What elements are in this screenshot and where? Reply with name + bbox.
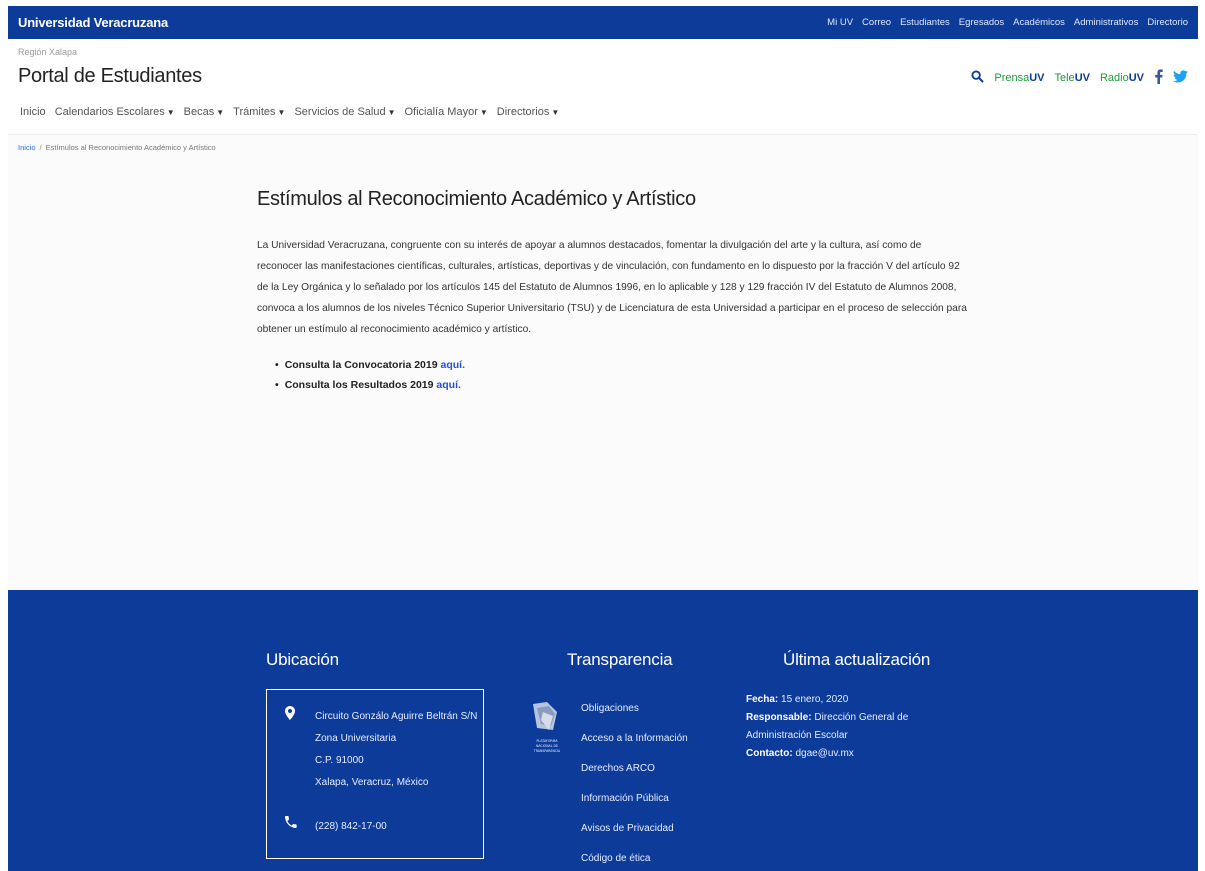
page-title: Estímulos al Reconocimiento Académico y … [257,188,696,210]
intro-paragraph: La Universidad Veracruzana, congruente c… [257,240,967,335]
caret-down-icon: ▼ [216,108,225,117]
top-bar: Universidad Veracruzana Mi UV Correo Est… [8,6,1198,39]
toplink-administrativos[interactable]: Administrativos [1074,17,1138,28]
social-links: PrensaUV TeleUV RadioUV [971,69,1188,87]
address-text: Circuito Gonzálo Aguirre Beltrán S/N Zon… [315,706,477,794]
prensa-uv-link[interactable]: PrensaUV [994,72,1044,84]
update-title: Última actualización [783,650,931,669]
portal-title[interactable]: Portal de Estudiantes [18,65,202,88]
caret-down-icon: ▼ [551,108,560,117]
nav-label: Servicios de Salud [294,106,386,118]
address-row: Circuito Gonzálo Aguirre Beltrán S/N Zon… [285,706,477,794]
breadcrumb-home[interactable]: Inicio [18,143,36,152]
responsable-label: Responsable: [746,712,812,723]
region-label: Región Xalapa [18,47,78,57]
nav-label: Calendarios Escolares [54,106,165,118]
radio-uv-link[interactable]: RadioUV [1100,72,1144,84]
nav-item-tramites[interactable]: Trámites ▼ [233,106,285,118]
nav-item-inicio[interactable]: Inicio [20,106,46,118]
nav-label: Trámites [233,106,276,118]
address-line: Circuito Gonzálo Aguirre Beltrán S/N [315,711,478,722]
nav-item-directorios[interactable]: Directorios ▼ [497,106,560,118]
twitter-icon[interactable] [1173,70,1188,86]
update-responsible: Responsable: Dirección General de Admini… [746,709,946,745]
brand-link[interactable]: Universidad Veracruzana [18,15,168,30]
nav-label: Becas [183,106,215,118]
list-item-text: Consulta la Convocatoria 2019 [284,359,441,371]
fecha-value: 15 enero, 2020 [778,694,849,705]
toplink-correo[interactable]: Correo [862,17,891,28]
caret-down-icon: ▼ [277,108,286,117]
link-codigo-etica[interactable]: Código de ética [581,844,688,871]
search-icon[interactable] [971,70,985,86]
breadcrumb: Inicio / Estímulos al Reconocimiento Acadé… [18,143,216,152]
address-line: C.P. 91000 [315,755,364,766]
phone-number[interactable]: (228) 842-17-00 [315,816,387,838]
list-item: Consulta la Convocatoria 2019 aquí. [275,355,969,375]
update-contact: Contacto: dgae@uv.mx [746,745,946,763]
nav-label: Inicio [20,106,46,118]
breadcrumb-separator: / [39,143,42,152]
nav-item-servicios-salud[interactable]: Servicios de Salud ▼ [294,106,395,118]
convocatoria-link[interactable]: aquí. [441,359,466,371]
toplink-egresados[interactable]: Egresados [959,17,1004,28]
location-box: Circuito Gonzálo Aguirre Beltrán S/N Zon… [266,689,484,859]
tele-uv-link[interactable]: TeleUV [1055,72,1090,84]
caret-down-icon: ▼ [166,108,175,117]
nav-label: Oficialía Mayor [404,106,478,118]
nav-item-becas[interactable]: Becas ▼ [184,106,225,118]
fecha-label: Fecha: [746,694,779,705]
resource-list: Consulta la Convocatoria 2019 aquí. Cons… [275,355,969,395]
main-content: Estímulos al Reconocimiento Académico y … [257,188,969,395]
list-item: Consulta los Resultados 2019 aquí. [275,375,969,395]
phone-icon [285,816,303,838]
map-marker-icon [285,706,303,794]
tele-label: Tele [1054,72,1075,84]
caret-down-icon: ▼ [479,108,488,117]
prensa-uv-label: UV [1029,72,1045,84]
logo-text-line: TRANSPARENCIA [533,749,561,753]
nav-item-calendarios[interactable]: Calendarios Escolares ▼ [55,106,175,118]
toplink-mi-uv[interactable]: Mi UV [827,17,853,28]
logo-text-line: NACIONAL DE [536,744,558,748]
radio-uv-label: UV [1128,72,1144,84]
transparency-links: Obligaciones Acceso a la Información Der… [581,694,688,871]
link-informacion-publica[interactable]: Información Pública [581,784,688,814]
link-acceso-informacion[interactable]: Acceso a la Información [581,724,688,754]
top-links: Mi UV Correo Estudiantes Egresados Acadé… [827,17,1188,28]
prensa-label: Prensa [994,72,1030,84]
list-item-text: Consulta los Resultados 2019 [284,379,437,391]
nav-item-oficialia-mayor[interactable]: Oficialía Mayor ▼ [405,106,488,118]
nav-label: Directorios [496,106,550,118]
contacto-label: Contacto: [746,748,793,759]
toplink-directorio[interactable]: Directorio [1147,17,1188,28]
site-footer: Ubicación Transparencia Última actualiza… [8,590,1198,871]
phone-row: (228) 842-17-00 [285,816,387,838]
site-header: Región Xalapa Portal de Estudiantes Pren… [8,39,1198,135]
link-obligaciones[interactable]: Obligaciones [581,694,688,724]
caret-down-icon: ▼ [387,108,396,117]
toplink-estudiantes[interactable]: Estudiantes [900,17,950,28]
logo-text-line: PLATAFORMA [536,739,558,743]
radio-label: Radio [1099,72,1129,84]
address-line: Xalapa, Veracruz, México [315,777,429,788]
update-info: Fecha: 15 enero, 2020 Responsable: Direc… [746,691,946,763]
update-date: Fecha: 15 enero, 2020 [746,691,946,709]
main-nav: Inicio Calendarios Escolares ▼ Becas ▼ Trá… [20,106,559,118]
link-derechos-arco[interactable]: Derechos ARCO [581,754,688,784]
breadcrumb-current: Estímulos al Reconocimiento Académico y … [45,143,216,152]
location-title: Ubicación [266,650,339,669]
address-line: Zona Universitaria [315,733,397,744]
transparency-title: Transparencia [567,650,673,669]
facebook-icon[interactable] [1154,69,1163,87]
transparency-logo[interactable]: PLATAFORMA NACIONAL DE TRANSPARENCIA [523,700,571,760]
resultados-link[interactable]: aquí. [436,379,461,391]
contacto-value[interactable]: dgae@uv.mx [793,748,853,759]
toplink-academicos[interactable]: Académicos [1013,17,1065,28]
link-avisos-privacidad[interactable]: Avisos de Privacidad [581,814,688,844]
tele-uv-label: UV [1074,72,1090,84]
